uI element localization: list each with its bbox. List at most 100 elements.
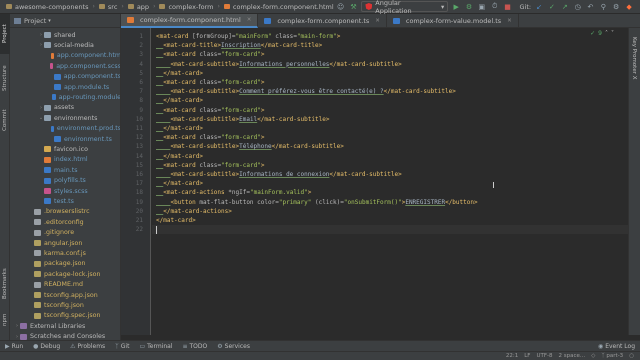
tool-tab-event-log[interactable]: ◉ Event Log: [593, 341, 640, 352]
tree-item-label: environment.prod.ts: [56, 125, 121, 133]
tree-item-label: index.html: [54, 156, 88, 164]
breadcrumb-app[interactable]: app: [126, 0, 151, 14]
tree-file[interactable]: karma.conf.js: [10, 248, 120, 258]
json-file-icon: [34, 260, 41, 267]
line-number: 13: [135, 143, 143, 151]
settings-icon[interactable]: ⚙: [611, 2, 621, 12]
tree-file[interactable]: package-lock.json: [10, 269, 120, 279]
tool-window-npm[interactable]: npm: [0, 310, 10, 330]
json-file-icon: [34, 312, 41, 319]
tree-file[interactable]: environment.ts: [10, 134, 120, 144]
file-file-icon: [34, 219, 41, 226]
tree-folder[interactable]: ⌄ environments: [10, 113, 120, 123]
tree-file[interactable]: environment.prod.ts: [10, 124, 121, 134]
tool-window-project[interactable]: Project: [0, 14, 10, 54]
tree-file[interactable]: package.json: [10, 259, 120, 269]
coverage-icon[interactable]: ▣: [477, 2, 487, 12]
tree-file[interactable]: index.html: [10, 155, 120, 165]
git-commit-icon[interactable]: ✓: [547, 2, 557, 12]
indent-setting[interactable]: 2 space...: [558, 353, 585, 359]
tool-tab-run[interactable]: ▶ Run: [0, 341, 28, 352]
tree-file[interactable]: tsconfig.json: [10, 300, 120, 310]
file-encoding[interactable]: UTF-8: [536, 353, 552, 359]
tree-file[interactable]: .editorconfig: [10, 217, 120, 227]
breadcrumb-src[interactable]: src: [97, 0, 120, 14]
close-icon[interactable]: ✕: [375, 18, 380, 24]
breadcrumb-file[interactable]: complex-form.component.html: [222, 0, 336, 14]
code-line: <mat-card class="form-card">: [163, 106, 265, 114]
tree-file[interactable]: .browserslistrc: [10, 207, 120, 217]
tree-file[interactable]: › External Libraries: [10, 321, 120, 331]
tree-file[interactable]: test.ts: [10, 196, 120, 206]
tool-tab-debug[interactable]: ● Debug: [28, 341, 65, 352]
tab-complex-form-value-model-ts[interactable]: complex-form-value.model.ts ✕: [387, 14, 519, 28]
tool-tab-todo[interactable]: ≡ TODO: [177, 341, 212, 352]
close-icon[interactable]: ✕: [507, 18, 512, 24]
tool-tab-problems[interactable]: ⚠ Problems: [65, 341, 110, 352]
inspection-widget[interactable]: ✓ 9 ˄ ˅: [590, 30, 614, 37]
tree-file[interactable]: app-routing.module: [10, 92, 120, 102]
tree-item-label: shared: [54, 31, 76, 39]
hammer-icon[interactable]: ⚒: [349, 2, 359, 12]
tool-tab-services[interactable]: ⚙ Services: [212, 341, 255, 352]
notification-icon[interactable]: ○: [629, 353, 634, 359]
close-icon[interactable]: ✕: [247, 17, 252, 23]
tab-complex-form-component-ts[interactable]: complex-form.component.ts ✕: [258, 14, 387, 28]
breadcrumb-project[interactable]: awesome-components: [4, 0, 91, 14]
profile-icon[interactable]: ⏱: [490, 2, 500, 12]
tree-folder[interactable]: › assets: [10, 103, 120, 113]
tool-window-bookmarks[interactable]: Bookmarks: [0, 264, 10, 304]
git-push-icon[interactable]: ↗: [560, 2, 570, 12]
tree-folder[interactable]: › shared: [10, 30, 120, 40]
run-icon[interactable]: ▶: [451, 2, 461, 12]
tree-file[interactable]: README.md: [10, 280, 120, 290]
history-icon[interactable]: ◷: [573, 2, 583, 12]
ts-file-icon: [50, 125, 54, 132]
tree-file[interactable]: tsconfig.app.json: [10, 290, 120, 300]
tool-window-structure[interactable]: Structure: [0, 58, 10, 98]
tool-tab-terminal[interactable]: ▭ Terminal: [134, 341, 177, 352]
tool-window-commit[interactable]: Commit: [0, 102, 10, 138]
search-icon[interactable]: ⚲: [598, 2, 608, 12]
tree-file[interactable]: .gitignore: [10, 228, 120, 238]
lock-icon[interactable]: ◇: [591, 353, 595, 359]
code-editor[interactable]: ✓ 9 ˄ ˅ <mat-card [formGroup]="mainForm"…: [152, 28, 628, 335]
rollback-icon[interactable]: ↶: [586, 2, 596, 12]
tree-file[interactable]: main.ts: [10, 165, 120, 175]
ide-logo-icon[interactable]: ◆: [624, 2, 634, 12]
code-line: </mat-card>: [163, 97, 203, 105]
git-branch[interactable]: ᛉ part-3: [601, 353, 623, 359]
tree-file[interactable]: polyfills.ts: [10, 176, 120, 186]
code-line: <mat-card-title>Inscription</mat-card-ti…: [163, 42, 323, 50]
stop-icon[interactable]: ■: [503, 2, 513, 12]
tool-tab-git[interactable]: ᛉ Git: [110, 341, 134, 352]
ts-file-icon: [54, 84, 61, 90]
run-configuration-selector[interactable]: Angular Application ▾: [361, 0, 449, 15]
json-file-icon: [34, 292, 41, 298]
caret-position[interactable]: 22:1: [506, 353, 518, 359]
event-log-icon: ◉: [597, 342, 604, 350]
line-number: 18: [135, 189, 143, 197]
tree-file[interactable]: favicon.ico: [10, 144, 120, 154]
project-panel-header[interactable]: Project ▾: [10, 14, 120, 28]
breadcrumb-complex-form[interactable]: complex-form: [157, 0, 215, 14]
tree-file[interactable]: styles.scss: [10, 186, 120, 196]
tree-file[interactable]: app.component.scss: [10, 61, 120, 71]
debug-icon[interactable]: ⚙: [464, 2, 474, 12]
tree-file[interactable]: app.component.htm: [10, 51, 120, 61]
git-update-icon[interactable]: ↙: [534, 2, 544, 12]
user-icon[interactable]: ☺: [336, 2, 346, 12]
tool-window-key-promoter[interactable]: Key Promoter X: [629, 28, 639, 88]
tree-file[interactable]: angular.json: [10, 238, 120, 248]
tree-folder[interactable]: › social-media: [10, 40, 120, 50]
tree-file[interactable]: tsconfig.spec.json: [10, 311, 120, 321]
tree-file[interactable]: app.component.ts: [10, 72, 120, 82]
line-separator[interactable]: LF: [524, 353, 530, 359]
chevron-down-icon: ▾: [440, 2, 445, 11]
tab-complex-form-component-html[interactable]: complex-form.component.html ✕: [121, 14, 259, 28]
tree-file[interactable]: app.module.ts: [10, 82, 120, 92]
line-number-gutter[interactable]: 1 2 3 4 5 6 7 8 9 10 11 12 13 14 15 16 17 18 19 20 21 22: [121, 28, 151, 335]
right-tool-stripe: Key Promoter X: [628, 28, 640, 335]
tree-file[interactable]: › Scratches and Consoles: [10, 332, 120, 340]
services-icon: ⚙: [217, 342, 223, 350]
